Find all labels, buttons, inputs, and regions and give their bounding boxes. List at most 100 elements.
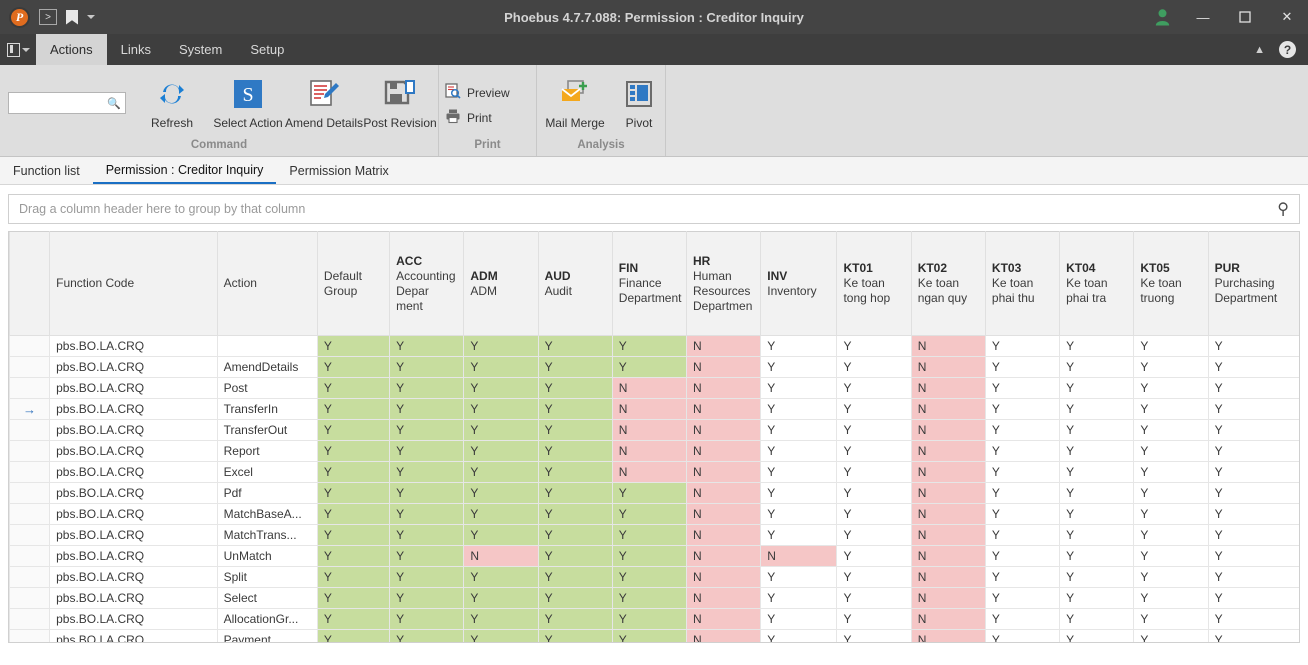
cell-HR[interactable]: N	[686, 482, 762, 504]
cell-HR[interactable]: N	[686, 377, 762, 399]
cell-action[interactable]	[216, 335, 318, 357]
cell-default_group[interactable]: Y	[316, 524, 391, 546]
cell-HR[interactable]: N	[686, 335, 762, 357]
cell-ACC[interactable]: Y	[389, 461, 465, 483]
cell-KT04[interactable]: Y	[1059, 482, 1135, 504]
cell-action[interactable]: MatchTrans...	[216, 524, 318, 546]
cell-KT04[interactable]: Y	[1059, 356, 1135, 378]
cell-KT02[interactable]: N	[910, 566, 986, 588]
amend-details-button[interactable]: Amend Details	[285, 70, 363, 130]
cell-HR[interactable]: N	[686, 524, 762, 546]
cell-action[interactable]: Payment	[216, 629, 318, 642]
cell-action[interactable]: TransferIn	[216, 398, 318, 420]
table-row[interactable]: pbs.BO.LA.CRQ MatchTrans... Y Y Y Y Y N Y Y N Y Y Y Y	[9, 524, 1299, 546]
cell-INV[interactable]: Y	[760, 566, 838, 588]
cell-HR[interactable]: N	[686, 566, 762, 588]
cell-PUR[interactable]: Y	[1207, 566, 1299, 588]
cell-FIN[interactable]: Y	[611, 545, 688, 567]
cell-AUD[interactable]: Y	[537, 461, 613, 483]
cell-function-code[interactable]: pbs.BO.LA.CRQ	[49, 419, 218, 441]
cell-INV[interactable]: Y	[760, 398, 838, 420]
menu-item-actions[interactable]: Actions	[36, 34, 107, 65]
cell-function-code[interactable]: pbs.BO.LA.CRQ	[49, 356, 218, 378]
cell-KT03[interactable]: Y	[984, 419, 1061, 441]
cell-PUR[interactable]: Y	[1207, 608, 1299, 630]
cell-ACC[interactable]: Y	[389, 377, 465, 399]
cell-KT05[interactable]: Y	[1133, 398, 1209, 420]
cell-ADM[interactable]: Y	[463, 335, 539, 357]
cell-FIN[interactable]: Y	[611, 566, 688, 588]
cell-AUD[interactable]: Y	[537, 335, 613, 357]
cell-action[interactable]: TransferOut	[216, 419, 318, 441]
column-header-ADM[interactable]: ADM ADM	[463, 231, 539, 336]
cell-KT05[interactable]: Y	[1133, 503, 1209, 525]
cell-default_group[interactable]: Y	[316, 377, 391, 399]
cell-default_group[interactable]: Y	[316, 629, 391, 642]
cell-AUD[interactable]: Y	[537, 440, 613, 462]
cell-KT05[interactable]: Y	[1133, 524, 1209, 546]
cell-KT05[interactable]: Y	[1133, 566, 1209, 588]
preview-button[interactable]: Preview	[439, 80, 518, 105]
cell-ACC[interactable]: Y	[389, 503, 465, 525]
cell-KT04[interactable]: Y	[1059, 566, 1135, 588]
table-row[interactable]: pbs.BO.LA.CRQ Excel Y Y Y Y N N Y Y N Y Y Y Y	[9, 461, 1299, 483]
cell-HR[interactable]: N	[686, 461, 762, 483]
cell-KT01[interactable]: Y	[836, 524, 912, 546]
cell-KT04[interactable]: Y	[1059, 335, 1135, 357]
cell-FIN[interactable]: N	[611, 419, 688, 441]
cell-default_group[interactable]: Y	[316, 482, 391, 504]
cell-KT01[interactable]: Y	[836, 608, 912, 630]
cell-KT04[interactable]: Y	[1059, 503, 1135, 525]
cell-ADM[interactable]: Y	[463, 629, 539, 642]
row-gutter[interactable]	[9, 524, 51, 546]
system-menu-icon[interactable]	[0, 34, 36, 65]
cell-ADM[interactable]: Y	[463, 566, 539, 588]
cell-KT04[interactable]: Y	[1059, 377, 1135, 399]
column-header-AUD[interactable]: AUD Audit	[537, 231, 613, 336]
cell-HR[interactable]: N	[686, 398, 762, 420]
cell-default_group[interactable]: Y	[316, 461, 391, 483]
row-gutter[interactable]	[9, 629, 51, 642]
cell-action[interactable]: Pdf	[216, 482, 318, 504]
cell-KT02[interactable]: N	[910, 398, 986, 420]
cell-FIN[interactable]: Y	[611, 608, 688, 630]
row-gutter[interactable]	[9, 482, 51, 504]
column-header-INV[interactable]: INV Inventory	[760, 231, 838, 336]
cell-default_group[interactable]: Y	[316, 566, 391, 588]
maximize-button[interactable]	[1224, 0, 1266, 34]
cell-KT05[interactable]: Y	[1133, 629, 1209, 642]
cell-FIN[interactable]: Y	[611, 587, 688, 609]
cell-ACC[interactable]: Y	[389, 440, 465, 462]
cell-KT02[interactable]: N	[910, 482, 986, 504]
cell-KT02[interactable]: N	[910, 608, 986, 630]
cell-FIN[interactable]: N	[611, 398, 688, 420]
cell-function-code[interactable]: pbs.BO.LA.CRQ	[49, 566, 218, 588]
cell-KT04[interactable]: Y	[1059, 419, 1135, 441]
cell-default_group[interactable]: Y	[316, 440, 391, 462]
cell-KT01[interactable]: Y	[836, 356, 912, 378]
cell-function-code[interactable]: pbs.BO.LA.CRQ	[49, 398, 218, 420]
cell-KT03[interactable]: Y	[984, 566, 1061, 588]
table-row[interactable]: pbs.BO.LA.CRQ AllocationGr... Y Y Y Y Y N Y Y N Y Y Y…	[9, 608, 1299, 630]
cell-KT03[interactable]: Y	[984, 377, 1061, 399]
cell-ADM[interactable]: N	[463, 545, 539, 567]
column-header-PUR[interactable]: PUR Purchasing Department	[1207, 231, 1299, 336]
cell-HR[interactable]: N	[686, 503, 762, 525]
cell-KT03[interactable]: Y	[984, 545, 1061, 567]
cell-AUD[interactable]: Y	[537, 419, 613, 441]
menu-item-links[interactable]: Links	[107, 34, 165, 65]
help-icon[interactable]: ?	[1279, 41, 1296, 58]
column-header-function_code[interactable]: Function Code	[49, 231, 218, 336]
cell-KT02[interactable]: N	[910, 461, 986, 483]
cell-KT05[interactable]: Y	[1133, 545, 1209, 567]
cell-KT01[interactable]: Y	[836, 629, 912, 642]
cell-ADM[interactable]: Y	[463, 419, 539, 441]
cell-ADM[interactable]: Y	[463, 524, 539, 546]
tab-function-list[interactable]: Function list	[0, 157, 93, 184]
cell-ACC[interactable]: Y	[389, 335, 465, 357]
cell-action[interactable]: Post	[216, 377, 318, 399]
cell-ACC[interactable]: Y	[389, 629, 465, 642]
cell-KT02[interactable]: N	[910, 629, 986, 642]
cell-KT04[interactable]: Y	[1059, 629, 1135, 642]
cell-KT05[interactable]: Y	[1133, 461, 1209, 483]
